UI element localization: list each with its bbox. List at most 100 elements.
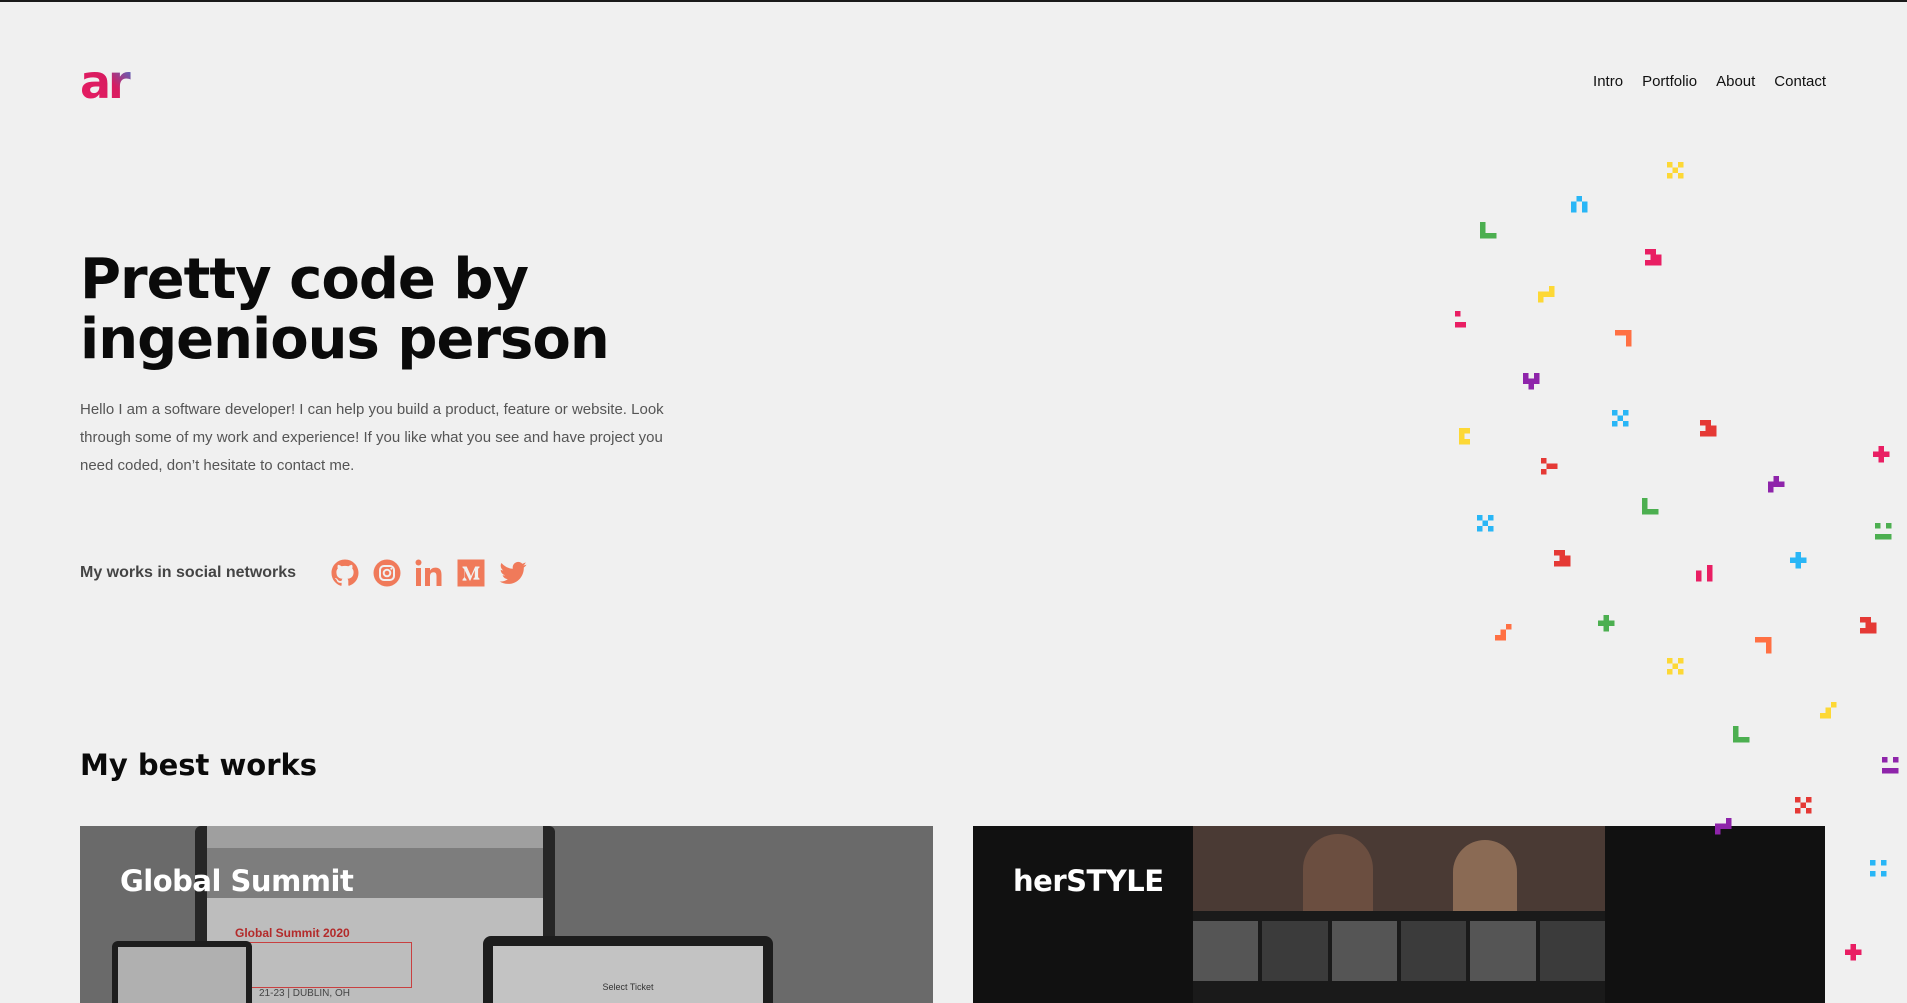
pixel-dot: [1795, 808, 1801, 814]
nav-contact[interactable]: Contact: [1774, 73, 1826, 90]
pixel-dot: [1893, 768, 1899, 774]
pixel-dot: [1480, 227, 1486, 233]
pixel-dot: [1705, 431, 1711, 437]
pixel-dot: [1860, 628, 1866, 634]
social-icons: [330, 558, 528, 588]
pixel-dot: [1882, 768, 1888, 774]
pixel-dot: [1850, 949, 1856, 955]
pixel-dot: [1850, 944, 1856, 950]
twitter-icon[interactable]: [498, 558, 528, 588]
pixel-dot: [1598, 620, 1604, 626]
hero-title: Pretty code by ingenious person: [80, 247, 610, 372]
pixel-dot: [1609, 620, 1615, 626]
pixel-dot: [1460, 322, 1466, 328]
pixel-dot: [1865, 617, 1871, 623]
pixel-dot: [1845, 949, 1851, 955]
work-card-global-summit[interactable]: Global Summit 2020 21-23 | DUBLIN, OH Se…: [80, 826, 933, 1003]
github-icon[interactable]: [330, 558, 360, 588]
pixel-dot: [1667, 658, 1673, 664]
pixel-dot: [1878, 446, 1884, 452]
pixel-dot: [1617, 415, 1623, 421]
pixel-dot: [1543, 291, 1549, 297]
pixel-dot: [1856, 949, 1862, 955]
pixel-dot: [1559, 550, 1565, 556]
pixel-dot: [1744, 737, 1750, 743]
pixel-dot: [1667, 173, 1673, 179]
pixel-dot: [1528, 384, 1534, 390]
pixel-dot: [1766, 642, 1772, 648]
pixel-dot: [1880, 534, 1886, 540]
pixel-dot: [1645, 249, 1651, 255]
pixel-dot: [1678, 658, 1684, 664]
mock-date: 21-23 | DUBLIN, OH: [259, 988, 350, 999]
pixel-dot: [1825, 713, 1831, 719]
social-label: My works in social networks: [80, 564, 297, 581]
pixel-dot: [1705, 425, 1711, 431]
pixel-dot: [1653, 509, 1659, 515]
pixel-dot: [1760, 637, 1766, 643]
pixel-dot: [1541, 458, 1547, 464]
medium-icon[interactable]: [456, 558, 486, 588]
pixel-dot: [1733, 737, 1739, 743]
pixel-dot: [1455, 322, 1461, 328]
pixel-dot: [1886, 523, 1892, 529]
pixel-dot: [1875, 523, 1881, 529]
hero-description: Hello I am a software developer! I can h…: [80, 401, 664, 474]
pixel-dot: [1582, 207, 1588, 213]
nav-about[interactable]: About: [1716, 73, 1755, 90]
pixel-dot: [1870, 871, 1876, 877]
pixel-dot: [1881, 871, 1887, 877]
top-border: [0, 0, 1907, 2]
pixel-dot: [1672, 167, 1678, 173]
pixel-dot: [1554, 561, 1560, 567]
pixel-dot: [1571, 207, 1577, 213]
pixel-dot: [1700, 420, 1706, 426]
pixel-dot: [1552, 463, 1558, 469]
pixel-dot: [1546, 463, 1552, 469]
pixel-dot: [1650, 249, 1656, 255]
pixel-dot: [1482, 520, 1488, 526]
mock-tablet-text: Select Ticket: [602, 982, 654, 992]
pixel-dot: [1707, 570, 1713, 576]
pixel-dot: [1480, 222, 1486, 228]
pixel-dot: [1459, 428, 1465, 434]
pixel-dot: [1642, 503, 1648, 509]
pixel-dot: [1825, 707, 1831, 713]
pixel-dot: [1559, 561, 1565, 567]
pixel-dot: [1506, 624, 1512, 630]
pixel-dot: [1865, 628, 1871, 634]
pixel-dot: [1645, 260, 1651, 266]
pixel-dot: [1534, 373, 1540, 379]
laptop-mockup: [112, 941, 252, 1003]
pixel-dot: [1538, 291, 1544, 297]
pixel-dot: [1500, 629, 1506, 635]
pixel-dot: [1565, 561, 1571, 567]
pixel-dot: [1893, 757, 1899, 763]
pixel-dot: [1766, 637, 1772, 643]
pixel-dot: [1480, 233, 1486, 239]
pixel-dot: [1707, 576, 1713, 582]
pixel-dot: [1871, 628, 1877, 634]
pixel-dot: [1820, 713, 1826, 719]
nav-portfolio[interactable]: Portfolio: [1642, 73, 1697, 90]
pixel-dot: [1626, 330, 1632, 336]
nav-intro[interactable]: Intro: [1593, 73, 1623, 90]
pixel-dot: [1477, 515, 1483, 521]
pixel-dot: [1696, 570, 1702, 576]
pixel-dot: [1707, 565, 1713, 571]
works-section-title: My best works: [80, 748, 318, 782]
pixel-dot: [1549, 291, 1555, 297]
website-mockup: [1193, 826, 1605, 1003]
pixel-dot: [1726, 818, 1732, 824]
pixel-dot: [1491, 233, 1497, 239]
instagram-icon[interactable]: [372, 558, 402, 588]
pixel-dot: [1878, 457, 1884, 463]
pixel-dot: [1887, 768, 1893, 774]
pixel-dot: [1860, 617, 1866, 623]
work-card-herstyle[interactable]: herSTYLE: [973, 826, 1825, 1003]
logo[interactable]: ar: [80, 55, 140, 109]
pixel-dot: [1733, 726, 1739, 732]
pixel-dot: [1455, 311, 1461, 317]
pixel-dot: [1623, 410, 1629, 416]
linkedin-icon[interactable]: [414, 558, 444, 588]
